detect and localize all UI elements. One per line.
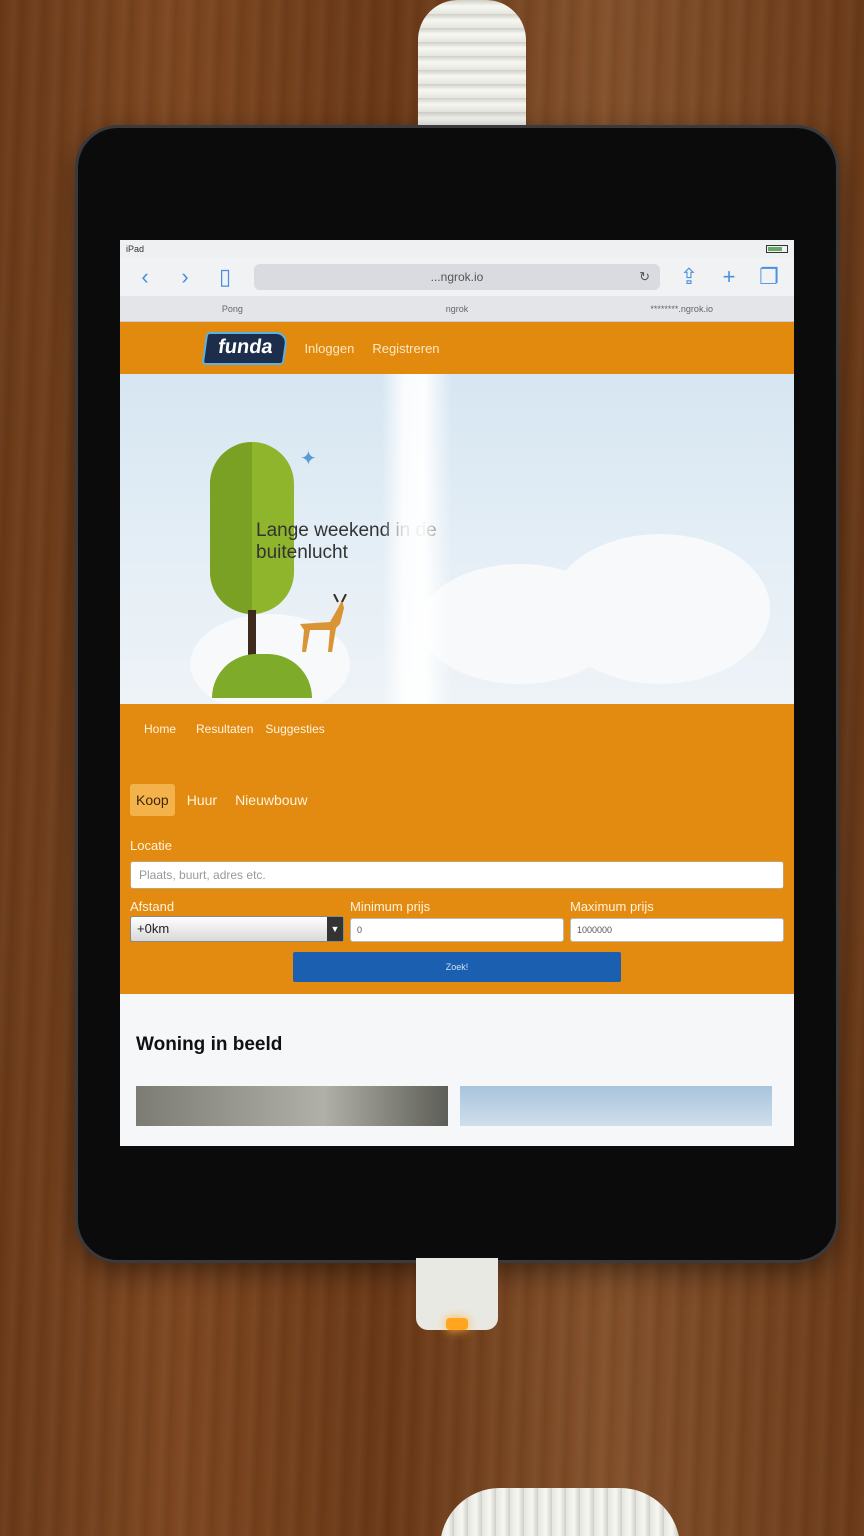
tab-nieuwbouw[interactable]: Nieuwbouw bbox=[229, 784, 313, 816]
max-price-label: Maximum prijs bbox=[570, 899, 654, 914]
security-cable-top bbox=[418, 0, 526, 140]
deer-illustration bbox=[300, 594, 347, 652]
share-icon[interactable]: ⇪ bbox=[678, 264, 700, 290]
distance-label: Afstand bbox=[130, 899, 175, 914]
site-header: funda Inloggen Registreren bbox=[120, 322, 794, 374]
funda-logo[interactable]: funda bbox=[201, 331, 289, 365]
min-price-filter: Minimum prijs 0 bbox=[350, 899, 564, 942]
min-price-input[interactable]: 0 bbox=[350, 918, 564, 942]
tablet-screen: iPad ‹ › ▯ ...ngrok.io ↻ ⇪ + ❐ Pong ngro… bbox=[120, 240, 794, 1146]
woning-in-beeld-section: Woning in beeld bbox=[120, 994, 794, 1146]
listing-thumbnail[interactable] bbox=[136, 1086, 448, 1126]
browser-tab[interactable]: ngrok bbox=[345, 304, 570, 314]
filter-row: Afstand +0km ▼ Minimum prijs 0 Maximum p… bbox=[130, 899, 784, 942]
distance-select[interactable]: +0km ▼ bbox=[130, 916, 344, 942]
device-label: iPad bbox=[126, 244, 145, 254]
safari-toolbar: ‹ › ▯ ...ngrok.io ↻ ⇪ + ❐ bbox=[120, 258, 794, 296]
bird-icon: ✦ bbox=[300, 448, 317, 470]
location-label: Locatie bbox=[130, 838, 172, 853]
back-icon[interactable]: ‹ bbox=[134, 264, 156, 290]
url-text: ...ngrok.io bbox=[430, 270, 484, 284]
hero-headline: Lange weekend in de buitenlucht bbox=[256, 520, 437, 563]
forward-icon[interactable]: › bbox=[174, 264, 196, 290]
new-tab-icon[interactable]: + bbox=[718, 264, 740, 290]
search-submit-button[interactable]: Zoek! bbox=[293, 952, 621, 982]
register-link[interactable]: Registreren bbox=[372, 341, 439, 356]
address-bar[interactable]: ...ngrok.io ↻ bbox=[254, 264, 660, 290]
security-cable-bottom bbox=[440, 1488, 680, 1536]
subnav-home[interactable]: Home bbox=[144, 722, 176, 736]
tab-koop[interactable]: Koop bbox=[130, 784, 175, 816]
bookmarks-icon[interactable]: ▯ bbox=[214, 264, 236, 290]
listing-type-tabs: Koop Huur Nieuwbouw bbox=[130, 754, 784, 826]
browser-tab[interactable]: Pong bbox=[120, 304, 345, 314]
login-link[interactable]: Inloggen bbox=[304, 341, 354, 356]
cloud-shape bbox=[550, 534, 770, 684]
location-input[interactable]: Plaats, buurt, adres etc. bbox=[130, 861, 784, 889]
max-price-input[interactable]: 1000000 bbox=[570, 918, 784, 942]
section-title: Woning in beeld bbox=[136, 1034, 283, 1055]
browser-tab-strip: Pong ngrok ********.ngrok.io bbox=[120, 296, 794, 322]
hero-banner: ✦ Lange weekend in de buitenlucht bbox=[120, 374, 794, 704]
listing-thumbnail[interactable] bbox=[460, 1086, 772, 1126]
subnav-results[interactable]: Resultaten bbox=[196, 722, 253, 736]
battery-icon bbox=[766, 245, 788, 253]
tab-huur[interactable]: Huur bbox=[181, 784, 223, 816]
browser-tab[interactable]: ********.ngrok.io bbox=[569, 304, 794, 314]
thumbnail-row bbox=[136, 1086, 778, 1126]
dropdown-arrow-icon: ▼ bbox=[327, 917, 343, 941]
min-price-label: Minimum prijs bbox=[350, 899, 431, 914]
distance-filter: Afstand +0km ▼ bbox=[130, 899, 344, 942]
subnav-suggestions[interactable]: Suggesties bbox=[265, 722, 324, 736]
reload-icon[interactable]: ↻ bbox=[639, 269, 650, 285]
tabs-overview-icon[interactable]: ❐ bbox=[758, 264, 780, 290]
max-price-filter: Maximum prijs 1000000 bbox=[570, 899, 784, 942]
sub-navigation: Home Resultaten Suggesties bbox=[130, 704, 784, 754]
ios-status-bar: iPad bbox=[120, 240, 794, 258]
stand-led-indicator bbox=[446, 1318, 468, 1330]
distance-value: +0km bbox=[137, 921, 170, 936]
search-panel: Home Resultaten Suggesties Koop Huur Nie… bbox=[120, 704, 794, 994]
